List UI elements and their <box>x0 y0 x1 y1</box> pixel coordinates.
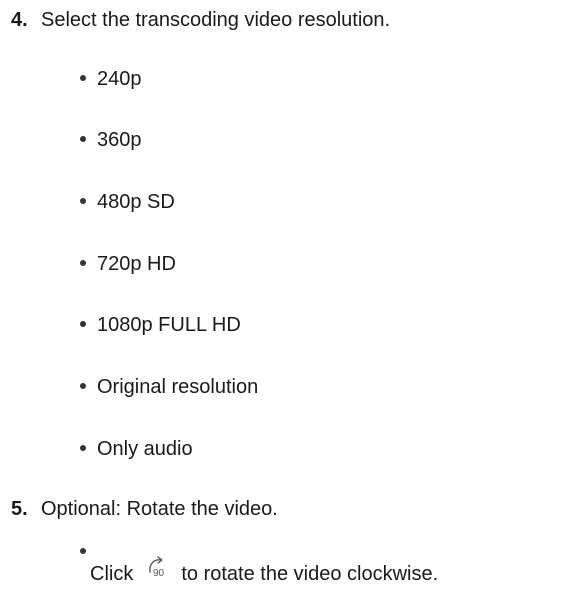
bullet-dot <box>80 74 86 81</box>
list-item: 1080p FULL HD <box>68 313 241 337</box>
list-item-label: Only audio <box>97 438 193 460</box>
list-item-label: 720p HD <box>97 253 176 275</box>
bullet-dot <box>80 135 86 142</box>
step-4-heading: 4. Select the transcoding video resolutio… <box>11 8 390 32</box>
list-item-label: 480p SD <box>97 191 175 213</box>
step-number: 4. <box>11 9 28 31</box>
list-item: 240p <box>68 67 142 91</box>
bullet-dot <box>80 444 86 451</box>
bullet-dot <box>80 259 86 266</box>
instruction-prefix: Click <box>90 563 134 585</box>
rotate-instruction: Click 90 to rotate the video clockwise. <box>90 556 439 586</box>
list-item-label: Original resolution <box>97 376 259 398</box>
step-5-heading: 5. Optional: Rotate the video. <box>11 497 278 521</box>
list-item: 720p HD <box>68 252 176 276</box>
list-item-label: 360p <box>97 129 142 151</box>
bullet-dot <box>80 197 86 204</box>
list-item: 360p <box>68 128 142 152</box>
list-item-label: 1080p FULL HD <box>97 314 241 336</box>
svg-text:90: 90 <box>153 568 165 579</box>
step-text: Select the transcoding video resolution. <box>41 9 391 31</box>
list-item-label: 240p <box>97 68 142 90</box>
list-item: 480p SD <box>68 190 175 214</box>
list-item: Original resolution <box>68 375 258 399</box>
step-number: 5. <box>11 498 28 520</box>
bullet-dot <box>80 320 86 327</box>
step-text: Optional: Rotate the video. <box>41 498 278 520</box>
bullet-dot <box>80 382 86 389</box>
list-item: Only audio <box>68 437 193 461</box>
bullet-dot <box>80 548 86 554</box>
rotate-clockwise-90-icon: 90 <box>145 554 173 580</box>
instruction-suffix: to rotate the video clockwise. <box>181 563 439 585</box>
